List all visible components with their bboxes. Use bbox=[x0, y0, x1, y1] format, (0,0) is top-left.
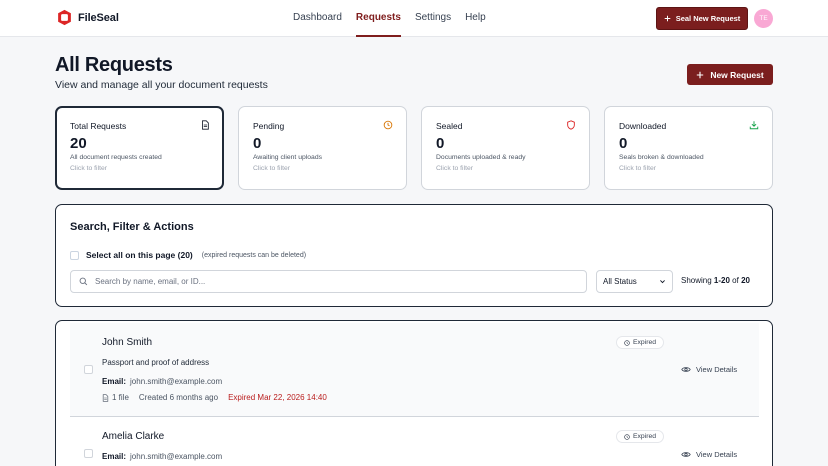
stat-value: 0 bbox=[253, 135, 262, 152]
status-filter-select[interactable]: All Status bbox=[596, 270, 673, 293]
clock-icon bbox=[383, 120, 393, 130]
nav-item-requests[interactable]: Requests bbox=[355, 0, 401, 37]
plus-icon bbox=[664, 15, 670, 22]
showing-count: Showing 1-20 of 20 bbox=[681, 276, 750, 285]
new-request-button[interactable]: New Request bbox=[687, 64, 773, 85]
stat-value: 20 bbox=[70, 135, 87, 152]
showing-prefix: Showing bbox=[681, 276, 712, 285]
clock-icon bbox=[624, 433, 630, 440]
stat-hint: Click to filter bbox=[253, 165, 291, 172]
request-meta: 1 file Created 6 months ago Expired Mar … bbox=[102, 393, 327, 402]
seal-new-request-label: Seal New Request bbox=[675, 14, 741, 23]
user-avatar[interactable]: TE bbox=[754, 9, 773, 28]
stat-description: Documents uploaded & ready bbox=[436, 154, 526, 161]
document-icon bbox=[202, 120, 209, 130]
stat-description: Awaiting client uploads bbox=[253, 154, 323, 161]
filter-panel-title: Search, Filter & Actions bbox=[70, 221, 194, 233]
app-logo[interactable]: FileSeal bbox=[56, 9, 119, 26]
app-name: FileSeal bbox=[78, 11, 119, 24]
file-count-text: 1 file bbox=[112, 393, 129, 402]
filter-panel: Search, Filter & Actions Select all on t… bbox=[55, 204, 773, 307]
request-name: Amelia Clarke bbox=[102, 431, 165, 442]
chevron-down-icon bbox=[660, 280, 665, 284]
select-all-row: Select all on this page (20) (expired re… bbox=[70, 250, 306, 260]
request-row[interactable]: Amelia Clarke Email: john.smith@example.c… bbox=[70, 418, 759, 466]
stat-value: 0 bbox=[436, 135, 445, 152]
nav-item-help[interactable]: Help bbox=[465, 0, 486, 37]
view-details-label: View Details bbox=[696, 450, 738, 459]
status-badge-label: Expired bbox=[633, 433, 657, 440]
email-label: Email: bbox=[102, 377, 127, 386]
showing-total: 20 bbox=[741, 276, 750, 285]
stat-card-pending[interactable]: Pending 0 Awaiting client uploads Click … bbox=[238, 106, 407, 190]
stat-label: Sealed bbox=[436, 121, 463, 131]
file-count: 1 file bbox=[102, 393, 129, 402]
stat-card-total-requests[interactable]: Total Requests 20 All document requests … bbox=[55, 106, 224, 190]
view-details-button[interactable]: View Details bbox=[681, 365, 737, 374]
search-input[interactable] bbox=[95, 277, 575, 286]
email-value: john.smith@example.com bbox=[130, 377, 223, 386]
eye-icon bbox=[681, 367, 691, 372]
stat-label: Pending bbox=[253, 121, 285, 131]
status-badge-label: Expired bbox=[633, 339, 657, 346]
row-checkbox[interactable] bbox=[84, 365, 93, 374]
view-details-button[interactable]: View Details bbox=[681, 450, 737, 459]
status-badge: Expired bbox=[616, 336, 665, 349]
select-all-label: Select all on this page (20) bbox=[86, 250, 193, 260]
stat-label: Total Requests bbox=[70, 121, 127, 131]
select-all-note: (expired requests can be deleted) bbox=[201, 251, 307, 259]
page-subtitle: View and manage all your document reques… bbox=[55, 79, 268, 91]
nav-item-dashboard[interactable]: Dashboard bbox=[293, 0, 342, 37]
shield-icon bbox=[567, 120, 575, 130]
created-time: Created 6 months ago bbox=[138, 393, 219, 402]
row-checkbox[interactable] bbox=[84, 449, 93, 458]
request-email: Email: john.smith@example.com bbox=[102, 452, 222, 461]
showing-of: of bbox=[732, 276, 739, 285]
status-badge: Expired bbox=[616, 430, 665, 443]
email-label: Email: bbox=[102, 452, 127, 461]
plus-icon bbox=[697, 71, 704, 78]
file-icon bbox=[102, 393, 109, 402]
view-details-label: View Details bbox=[696, 365, 738, 374]
new-request-label: New Request bbox=[710, 69, 764, 80]
request-row[interactable]: John Smith Passport and proof of address… bbox=[70, 323, 759, 417]
search-box bbox=[70, 270, 587, 293]
stat-description: Seals broken & downloaded bbox=[619, 154, 704, 161]
seal-new-request-button[interactable]: Seal New Request bbox=[656, 7, 748, 30]
expired-date: Expired Mar 22, 2026 14:40 bbox=[228, 393, 327, 402]
email-value: john.smith@example.com bbox=[130, 452, 223, 461]
stat-card-downloaded[interactable]: Downloaded 0 Seals broken & downloaded C… bbox=[604, 106, 773, 190]
stat-description: All document requests created bbox=[70, 154, 162, 161]
stat-card-sealed[interactable]: Sealed 0 Documents uploaded & ready Clic… bbox=[421, 106, 590, 190]
stat-hint: Click to filter bbox=[436, 165, 474, 172]
status-filter-value: All Status bbox=[603, 277, 637, 286]
showing-range: 1-20 bbox=[713, 276, 730, 285]
page-title: All Requests bbox=[55, 54, 173, 76]
clock-icon bbox=[624, 339, 630, 346]
nav-item-settings[interactable]: Settings bbox=[415, 0, 451, 37]
stat-value: 0 bbox=[619, 135, 628, 152]
request-description: Passport and proof of address bbox=[102, 358, 210, 367]
eye-icon bbox=[681, 452, 691, 457]
fileseal-logo-icon bbox=[58, 9, 71, 26]
download-icon bbox=[749, 121, 759, 130]
search-icon bbox=[79, 277, 88, 286]
request-email: Email: john.smith@example.com bbox=[102, 377, 222, 386]
select-all-checkbox[interactable] bbox=[70, 250, 79, 260]
top-navigation-bar: FileSeal Dashboard Requests Settings Hel… bbox=[0, 0, 828, 37]
stat-hint: Click to filter bbox=[619, 165, 657, 172]
request-name: John Smith bbox=[102, 337, 153, 348]
stat-label: Downloaded bbox=[619, 121, 667, 131]
requests-list: John Smith Passport and proof of address… bbox=[55, 320, 773, 466]
main-nav: Dashboard Requests Settings Help bbox=[293, 0, 486, 37]
stat-hint: Click to filter bbox=[70, 165, 108, 172]
